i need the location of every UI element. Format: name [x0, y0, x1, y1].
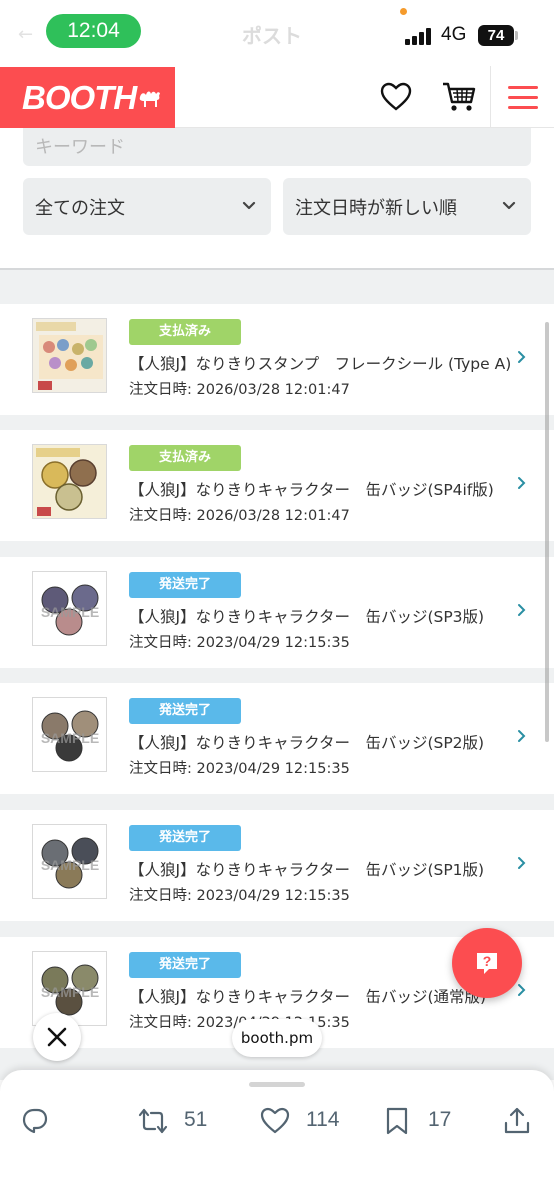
chevron-right-icon: [518, 857, 526, 869]
reply-button[interactable]: [20, 1106, 54, 1138]
share-button[interactable]: [502, 1106, 532, 1138]
order-title: 【人狼J】なりきりキャラクター 缶バッジ(SP4if版): [129, 481, 494, 499]
svg-text:?: ?: [483, 953, 492, 969]
order-title: 【人狼J】なりきりスタンプ フレークシール (Type A): [129, 355, 512, 373]
battery-icon: 74: [478, 25, 514, 46]
order-row[interactable]: SAMPLE 発送完了 【人狼J】なりきりキャラクター 缶バッジ(SP3版) 注…: [0, 557, 554, 668]
heart-icon: [260, 1107, 290, 1134]
close-icon: [47, 1027, 67, 1047]
sheet-handle[interactable]: [249, 1082, 305, 1087]
product-thumbnail: [32, 444, 107, 519]
order-date: 注文日時: 2023/04/29 12:15:35: [129, 888, 350, 904]
hamburger-menu-icon[interactable]: [508, 86, 538, 110]
chevron-down-icon: [242, 201, 256, 210]
order-title: 【人狼J】なりきりキャラクター 缶バッジ(SP1版): [129, 861, 485, 879]
back-arrow-icon: ←: [18, 24, 34, 45]
svg-text:SAMPLE: SAMPLE: [41, 730, 99, 746]
order-title: 【人狼J】なりきりキャラクター 缶バッジ(SP2版): [129, 734, 485, 752]
status-badge: 発送完了: [129, 952, 241, 978]
bookmark-button[interactable]: 17: [382, 1106, 472, 1138]
booth-logo[interactable]: BOOTH: [0, 67, 175, 129]
battery-tip: [515, 31, 518, 40]
svg-text:SAMPLE: SAMPLE: [41, 984, 99, 1000]
like-button[interactable]: 114: [260, 1106, 360, 1138]
order-date: 注文日時: 2026/03/28 12:01:47: [129, 508, 350, 524]
chevron-right-icon: [518, 984, 526, 996]
privacy-indicator-dot: [400, 8, 407, 15]
chevron-down-icon: [502, 201, 516, 210]
retweet-button[interactable]: 51: [138, 1106, 238, 1138]
status-badge: 発送完了: [129, 572, 241, 598]
status-badge: 支払済み: [129, 445, 241, 471]
product-thumbnail: SAMPLE: [32, 951, 107, 1026]
sort-select[interactable]: 注文日時が新しい順: [283, 178, 531, 235]
svg-text:SAMPLE: SAMPLE: [41, 857, 99, 873]
domain-label[interactable]: booth.pm: [232, 1019, 322, 1057]
bookmark-count: 17: [428, 1108, 452, 1131]
wishlist-heart-icon[interactable]: [380, 82, 412, 112]
order-date: 注文日時: 2026/03/28 12:01:47: [129, 382, 350, 398]
order-date: 注文日時: 2023/04/29 12:15:35: [129, 635, 350, 651]
camel-icon: [139, 91, 160, 107]
order-row[interactable]: 支払済み 【人狼J】なりきりキャラクター 缶バッジ(SP4if版) 注文日時: …: [0, 430, 554, 541]
status-badge: 発送完了: [129, 698, 241, 724]
keyword-search[interactable]: [23, 128, 531, 166]
site-header: BOOTH: [0, 66, 554, 129]
network-type: 4G: [441, 24, 467, 45]
svg-text:SAMPLE: SAMPLE: [41, 604, 99, 620]
chevron-right-icon: [518, 604, 526, 616]
reply-icon: [22, 1108, 48, 1134]
product-thumbnail: SAMPLE: [32, 824, 107, 899]
order-row[interactable]: 支払済み 【人狼J】なりきりスタンプ フレークシール (Type A) 注文日時…: [0, 304, 554, 415]
tweet-action-bar: 51 114 17: [0, 1070, 554, 1200]
sort-value: 注文日時が新しい順: [295, 198, 457, 219]
retweet-icon: [138, 1108, 168, 1134]
help-button[interactable]: ?: [452, 928, 522, 998]
order-row[interactable]: SAMPLE 発送完了 【人狼J】なりきりキャラクター 缶バッジ(SP2版) 注…: [0, 683, 554, 794]
order-filters: 全ての注文 注文日時が新しい順: [0, 128, 554, 270]
order-title: 【人狼J】なりきりキャラクター 缶バッジ(SP3版): [129, 608, 485, 626]
header-divider: [490, 66, 491, 128]
order-row[interactable]: SAMPLE 発送完了 【人狼J】なりきりキャラクター 缶バッジ(SP1版) 注…: [0, 810, 554, 921]
status-badge: 支払済み: [129, 319, 241, 345]
question-icon: ?: [477, 953, 497, 974]
product-thumbnail: [32, 318, 107, 393]
keyword-input[interactable]: [23, 128, 531, 166]
signal-icon: [405, 27, 435, 45]
close-browser-button[interactable]: [33, 1013, 81, 1061]
cart-icon[interactable]: [441, 80, 477, 114]
product-thumbnail: SAMPLE: [32, 571, 107, 646]
chevron-right-icon: [518, 730, 526, 742]
share-icon: [504, 1107, 530, 1134]
list-scrollbar[interactable]: [545, 322, 549, 742]
order-status-value: 全ての注文: [35, 198, 125, 219]
order-status-select[interactable]: 全ての注文: [23, 178, 271, 235]
product-thumbnail: SAMPLE: [32, 697, 107, 772]
order-date: 注文日時: 2023/04/29 12:15:35: [129, 761, 350, 777]
chevron-right-icon: [518, 477, 526, 489]
status-time: 12:04: [46, 14, 141, 48]
retweet-count: 51: [184, 1108, 208, 1131]
chevron-right-icon: [518, 351, 526, 363]
status-badge: 発送完了: [129, 825, 241, 851]
bookmark-icon: [386, 1107, 408, 1135]
ghost-page-title: ポスト: [242, 24, 302, 48]
like-count: 114: [306, 1108, 340, 1131]
order-title: 【人狼J】なりきりキャラクター 缶バッジ(通常版): [129, 988, 487, 1006]
logo-text: BOOTH: [22, 79, 137, 116]
status-bar: ← 12:04 ポスト 4G 74: [0, 0, 554, 66]
